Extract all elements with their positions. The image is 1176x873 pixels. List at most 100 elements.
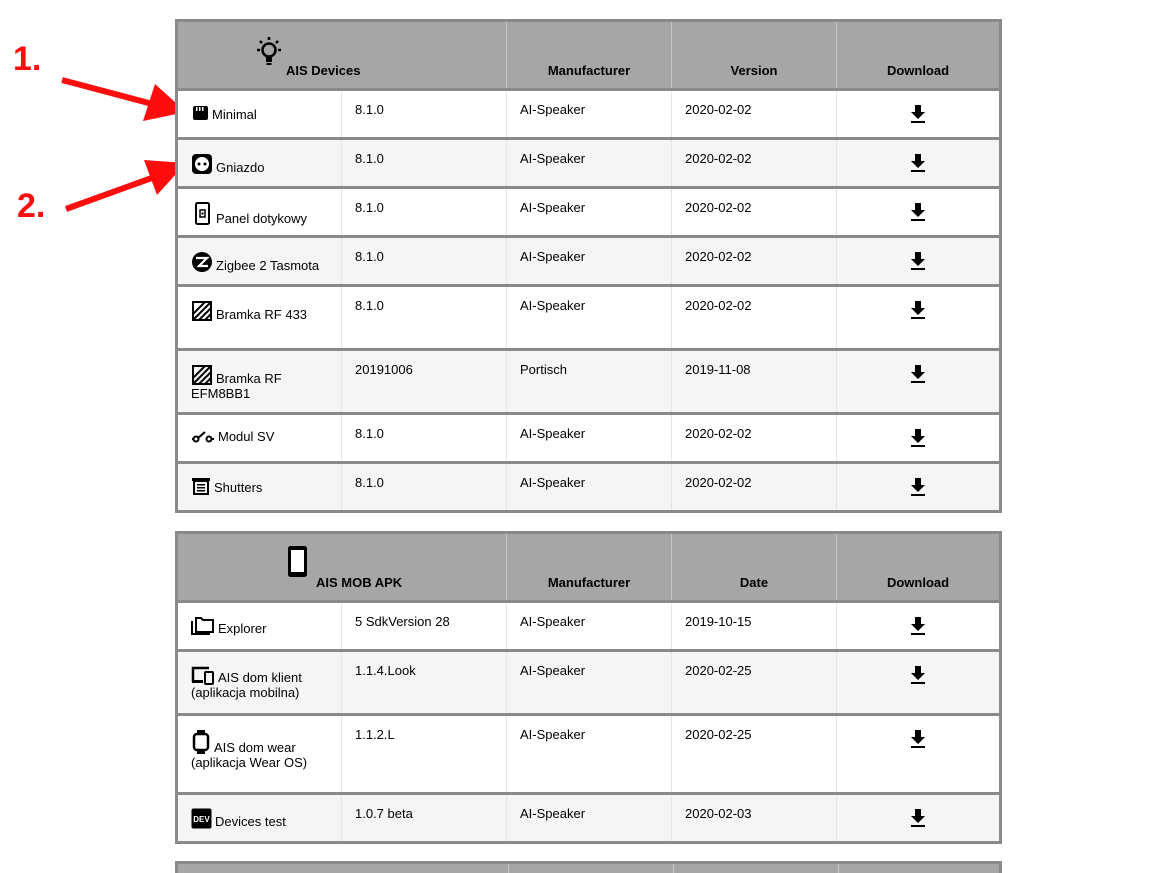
table-row: Shutters 8.1.0 AI-Speaker 2020-02-02 (175, 462, 1002, 513)
download-cell (836, 236, 1002, 287)
date-cell: 2020-02-25 (671, 714, 838, 795)
manufacturer-cell: AI-Speaker (506, 89, 672, 140)
device-name-cell: Modul SV (175, 413, 342, 464)
device-name: Zigbee 2 Tasmota (216, 258, 320, 273)
manufacturer-cell: AI-Speaker (506, 793, 673, 844)
switch-icon (192, 431, 214, 443)
header-name-label: AIS MOB APK (316, 575, 403, 590)
app-name-cell: DEV Devices test (175, 793, 342, 844)
table-row: Zigbee 2 Tasmota 8.1.0 AI-Speaker 2020-0… (175, 236, 1002, 287)
header-download: Download (836, 531, 1002, 603)
table-row: DEV Devices test 1.0.7 beta AI-Speaker 20… (175, 793, 1002, 844)
download-icon[interactable] (910, 428, 926, 451)
download-cell (836, 650, 1002, 716)
download-cell (836, 413, 1002, 464)
date-cell: 2020-02-02 (671, 413, 837, 464)
download-icon[interactable] (910, 729, 926, 752)
download-cell (836, 714, 1002, 795)
device-name: Gniazdo (216, 160, 265, 175)
download-icon[interactable] (910, 202, 926, 225)
folder-multiple-icon (191, 617, 214, 635)
ais-devices-table: AIS Devices Manufacturer Version Downloa… (175, 19, 1002, 513)
download-cell (836, 138, 1002, 189)
window-shutter-icon (192, 478, 210, 495)
annotation-arrow-1 (61, 77, 186, 121)
lightbulb-icon (257, 37, 281, 65)
table-row: Gniazdo 8.1.0 AI-Speaker 2020-02-02 (175, 138, 1002, 189)
download-icon[interactable] (910, 665, 926, 688)
device-name: Minimal (212, 107, 257, 122)
manufacturer-cell: AI-Speaker (506, 413, 672, 464)
download-icon[interactable] (910, 616, 926, 639)
app-name-cell: AIS dom klient (aplikacja mobilna) (175, 650, 342, 716)
version-cell: 5 SdkVersion 28 (340, 601, 508, 652)
header-manufacturer: Manufacturer (506, 531, 673, 603)
download-icon[interactable] (910, 364, 926, 387)
date-cell: 2020-02-02 (671, 187, 837, 238)
version-cell: 8.1.0 (341, 462, 507, 513)
table-row: Minimal 8.1.0 AI-Speaker 2020-02-02 (175, 89, 1002, 140)
header-download: Download (836, 19, 1002, 91)
header-ais-mob-apk: AIS MOB APK (174, 531, 508, 603)
app-name-cell: AIS dom wear (aplikacja Wear OS) (175, 714, 342, 795)
device-name: Bramka RF 433 (216, 307, 308, 322)
download-cell (836, 187, 1002, 238)
app-name: Devices test (215, 814, 286, 829)
download-cell (836, 462, 1002, 513)
header-name-label: AIS Devices (286, 63, 361, 78)
device-name-cell: Zigbee 2 Tasmota (175, 236, 342, 287)
rf-bridge-icon (192, 301, 212, 321)
download-icon[interactable] (910, 808, 926, 831)
version-cell: 8.1.0 (341, 285, 507, 351)
devices-icon (191, 666, 214, 685)
device-name-cell: Panel dotykowy (175, 187, 342, 238)
annotation-arrow-2 (64, 160, 186, 212)
date-cell: 2020-02-02 (671, 89, 837, 140)
download-icon[interactable] (910, 300, 926, 323)
dev-badge-icon: DEV (191, 808, 212, 829)
date-cell: 2020-02-02 (671, 138, 837, 189)
download-icon[interactable] (910, 153, 926, 176)
manufacturer-cell: AI-Speaker (506, 601, 673, 652)
ais-mob-apk-table: AIS MOB APK Manufacturer Date Download E… (174, 531, 1002, 844)
annotation-arrows (61, 77, 186, 212)
device-name-cell: Gniazdo (175, 138, 342, 189)
header-version: Version (671, 19, 837, 91)
manufacturer-cell: AI-Speaker (506, 138, 672, 189)
date-cell: 2020-02-02 (671, 236, 837, 287)
manufacturer-cell: AI-Speaker (506, 236, 672, 287)
app-name-cell: Explorer (175, 601, 342, 652)
date-cell: 2019-11-08 (671, 349, 837, 415)
version-cell: 1.1.4.Look (340, 650, 508, 716)
table-row: Bramka RF EFM8BB1 20191006 Portisch 2019… (175, 349, 1002, 415)
table-row: AIS dom wear (aplikacja Wear OS) 1.1.2.L… (175, 714, 1002, 795)
download-cell (836, 349, 1002, 415)
power-socket-icon (192, 154, 212, 174)
version-cell: 1.0.7 beta (340, 793, 508, 844)
version-cell: 8.1.0 (341, 413, 507, 464)
device-name: Panel dotykowy (216, 211, 308, 226)
download-icon[interactable] (910, 104, 926, 127)
download-cell (836, 793, 1002, 844)
watch-icon (192, 730, 210, 754)
download-cell (836, 601, 1002, 652)
table-row: Bramka RF 433 8.1.0 AI-Speaker 2020-02-0… (175, 285, 1002, 351)
download-icon[interactable] (910, 251, 926, 274)
device-name-cell: Shutters (175, 462, 342, 513)
svg-text:DEV: DEV (193, 815, 210, 824)
header-date: Date (671, 531, 838, 603)
sd-card-icon (193, 106, 208, 120)
manufacturer-cell: AI-Speaker (506, 714, 673, 795)
manufacturer-cell: AI-Speaker (506, 462, 672, 513)
cellphone-icon (288, 546, 307, 577)
header-manufacturer: Manufacturer (506, 19, 672, 91)
touch-panel-icon (195, 202, 210, 225)
table-row: Panel dotykowy 8.1.0 AI-Speaker 2020-02-… (175, 187, 1002, 238)
table-row: Explorer 5 SdkVersion 28 AI-Speaker 2019… (175, 601, 1002, 652)
table-row: AIS dom klient (aplikacja mobilna) 1.1.4… (175, 650, 1002, 716)
header-ais-devices: AIS Devices (175, 19, 507, 91)
device-name-cell: Bramka RF EFM8BB1 (175, 349, 342, 415)
download-icon[interactable] (910, 477, 926, 500)
download-cell (836, 285, 1002, 351)
version-cell: 8.1.0 (341, 89, 507, 140)
